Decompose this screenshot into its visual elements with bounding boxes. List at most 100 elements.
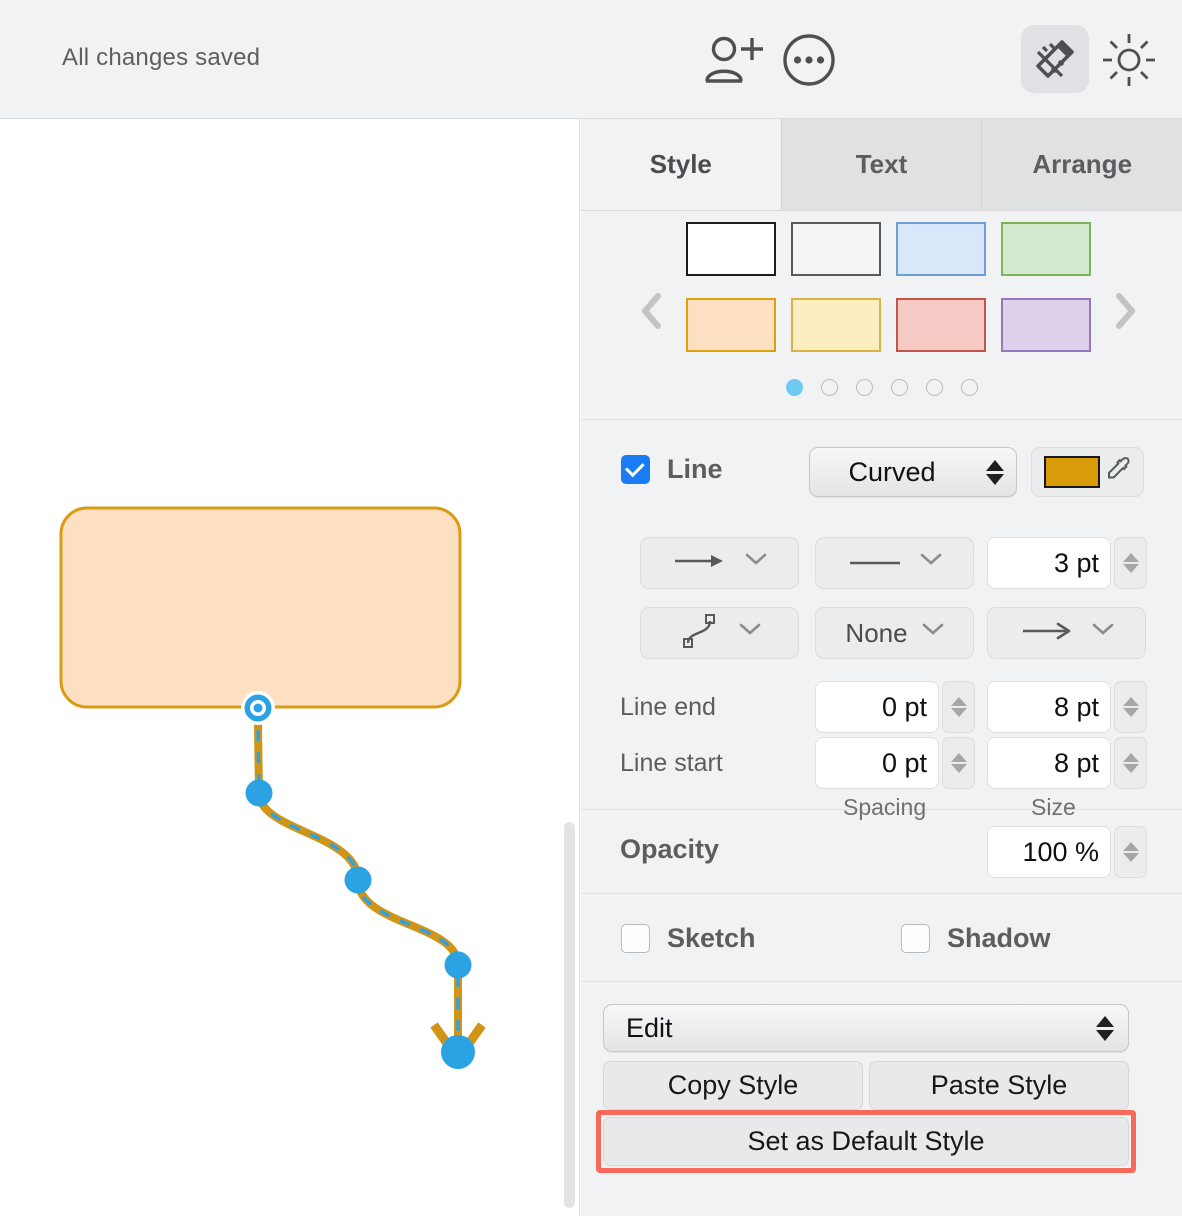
sketch-checkbox[interactable] <box>621 924 650 953</box>
edit-menu-value: Edit <box>626 1012 673 1043</box>
line-start-label: Line start <box>620 749 723 777</box>
gallery-page-dots <box>581 379 1182 396</box>
line-end-spacing-field[interactable]: 0 pt <box>815 681 939 733</box>
chevron-down-icon <box>739 622 761 644</box>
opacity-section: Opacity 100 % <box>581 810 1182 894</box>
gallery-prev-icon[interactable] <box>635 291 669 335</box>
edit-menu-stepper-icon <box>1096 1015 1114 1041</box>
gallery-dot-4[interactable] <box>890 379 908 396</box>
tab-style-label: Style <box>649 149 712 179</box>
sketch-label: Sketch <box>667 923 756 953</box>
set-as-default-style-label: Set as Default Style <box>747 1126 985 1156</box>
connector-handle-2[interactable] <box>344 866 372 894</box>
opacity-value: 100 % <box>1022 836 1099 867</box>
eyedropper-icon[interactable] <box>1106 456 1132 489</box>
line-join-value: None <box>845 617 908 648</box>
line-shape-value: Curved <box>848 456 936 487</box>
line-start-spacing-value: 0 pt <box>881 747 927 778</box>
line-start-size-value: 8 pt <box>1053 747 1099 778</box>
copy-style-label: Copy Style <box>667 1070 799 1100</box>
more-options-icon[interactable] <box>780 33 838 87</box>
style-swatch-yellow[interactable] <box>791 298 881 352</box>
sketch-row: Sketch <box>621 923 756 954</box>
line-color-control[interactable] <box>1031 447 1144 497</box>
effects-section: Sketch Shadow <box>581 894 1182 982</box>
tab-arrange-label: Arrange <box>1032 149 1133 179</box>
edit-menu-popup[interactable]: Edit <box>603 1004 1129 1052</box>
connector-handle-1[interactable] <box>245 779 273 807</box>
style-swatch-orange[interactable] <box>686 298 776 352</box>
tab-text[interactable]: Text <box>781 119 983 210</box>
vertical-scrollbar[interactable] <box>564 822 575 1208</box>
drawing-canvas[interactable] <box>0 119 580 1216</box>
save-status-label: All changes saved <box>62 44 261 71</box>
line-start-spacing-field[interactable]: 0 pt <box>815 737 939 789</box>
line-start-size-field[interactable]: 8 pt <box>987 737 1111 789</box>
line-start-arrow-dropdown[interactable] <box>640 537 799 589</box>
solid-line-icon <box>848 554 902 572</box>
line-width-stepper[interactable] <box>1114 537 1147 589</box>
chevron-down-icon <box>922 622 944 644</box>
line-shape-stepper-icon <box>974 459 1016 485</box>
tab-style[interactable]: Style <box>581 119 782 210</box>
shadow-checkbox[interactable] <box>901 924 930 953</box>
add-person-icon[interactable] <box>702 33 764 87</box>
copy-style-button[interactable]: Copy Style <box>603 1061 863 1110</box>
line-end-spacing-value: 0 pt <box>881 691 927 722</box>
line-start-size-stepper[interactable] <box>1114 737 1147 789</box>
line-end-label: Line end <box>620 693 716 721</box>
style-swatch-purple[interactable] <box>1001 298 1091 352</box>
line-enable-row: Line <box>621 454 723 485</box>
inspector-toggle-button[interactable] <box>1021 25 1089 93</box>
line-checkbox[interactable] <box>621 455 650 484</box>
canvas-artboard <box>59 506 486 1069</box>
ruler-pencil-icon <box>1031 35 1079 88</box>
curved-corner-icon <box>679 613 721 654</box>
line-end-size-value: 8 pt <box>1053 691 1099 722</box>
style-swatch-white[interactable] <box>686 222 776 276</box>
top-toolbar: All changes saved <box>0 0 1182 119</box>
style-swatch-red[interactable] <box>896 298 986 352</box>
line-dash-style-dropdown[interactable] <box>815 537 974 589</box>
style-swatch-green[interactable] <box>1001 222 1091 276</box>
style-swatch-blue[interactable] <box>896 222 986 276</box>
chevron-down-icon <box>745 552 767 574</box>
set-as-default-style-button[interactable]: Set as Default Style <box>603 1117 1129 1166</box>
connector-handle-3[interactable] <box>444 951 472 979</box>
line-label: Line <box>667 454 723 484</box>
actions-section: Edit Copy Style Paste Style Set as Defau… <box>581 982 1182 1212</box>
arrow-right-icon <box>673 553 727 574</box>
gallery-dot-6[interactable] <box>960 379 978 396</box>
gallery-dot-2[interactable] <box>820 379 838 396</box>
line-end-arrow-dropdown[interactable] <box>987 607 1146 659</box>
arrow-right-icon <box>1020 621 1074 646</box>
line-start-spacing-stepper[interactable] <box>942 737 975 789</box>
tab-arrange[interactable]: Arrange <box>982 119 1182 210</box>
line-join-dropdown[interactable]: None <box>815 607 974 659</box>
style-swatch-gray[interactable] <box>791 222 881 276</box>
line-shape-popup[interactable]: Curved <box>809 447 1017 497</box>
chevron-down-icon <box>920 552 942 574</box>
gallery-next-icon[interactable] <box>1108 291 1142 335</box>
opacity-stepper[interactable] <box>1114 826 1147 878</box>
line-end-spacing-stepper[interactable] <box>942 681 975 733</box>
line-color-swatch[interactable] <box>1043 456 1100 488</box>
canvas-shape-rounded-rectangle[interactable] <box>59 506 462 709</box>
brightness-icon[interactable] <box>1099 30 1159 90</box>
opacity-field[interactable]: 100 % <box>987 826 1111 878</box>
gallery-dot-3[interactable] <box>855 379 873 396</box>
line-end-size-stepper[interactable] <box>1114 681 1147 733</box>
tab-text-label: Text <box>855 149 908 179</box>
line-width-value: 3 pt <box>1053 547 1099 578</box>
connector-handle-end[interactable] <box>441 1035 475 1069</box>
line-end-size-field[interactable]: 8 pt <box>987 681 1111 733</box>
line-corner-style-dropdown[interactable] <box>640 607 799 659</box>
gallery-dot-1[interactable] <box>785 379 803 396</box>
style-swatch-grid <box>686 222 1091 352</box>
line-width-field[interactable]: 3 pt <box>987 537 1111 589</box>
format-inspector-panel: Style Text Arrange Line Curved 3 pt None… <box>581 119 1182 1216</box>
paste-style-button[interactable]: Paste Style <box>869 1061 1129 1110</box>
style-gallery <box>581 211 1182 420</box>
gallery-dot-5[interactable] <box>925 379 943 396</box>
chevron-down-icon <box>1092 622 1114 644</box>
